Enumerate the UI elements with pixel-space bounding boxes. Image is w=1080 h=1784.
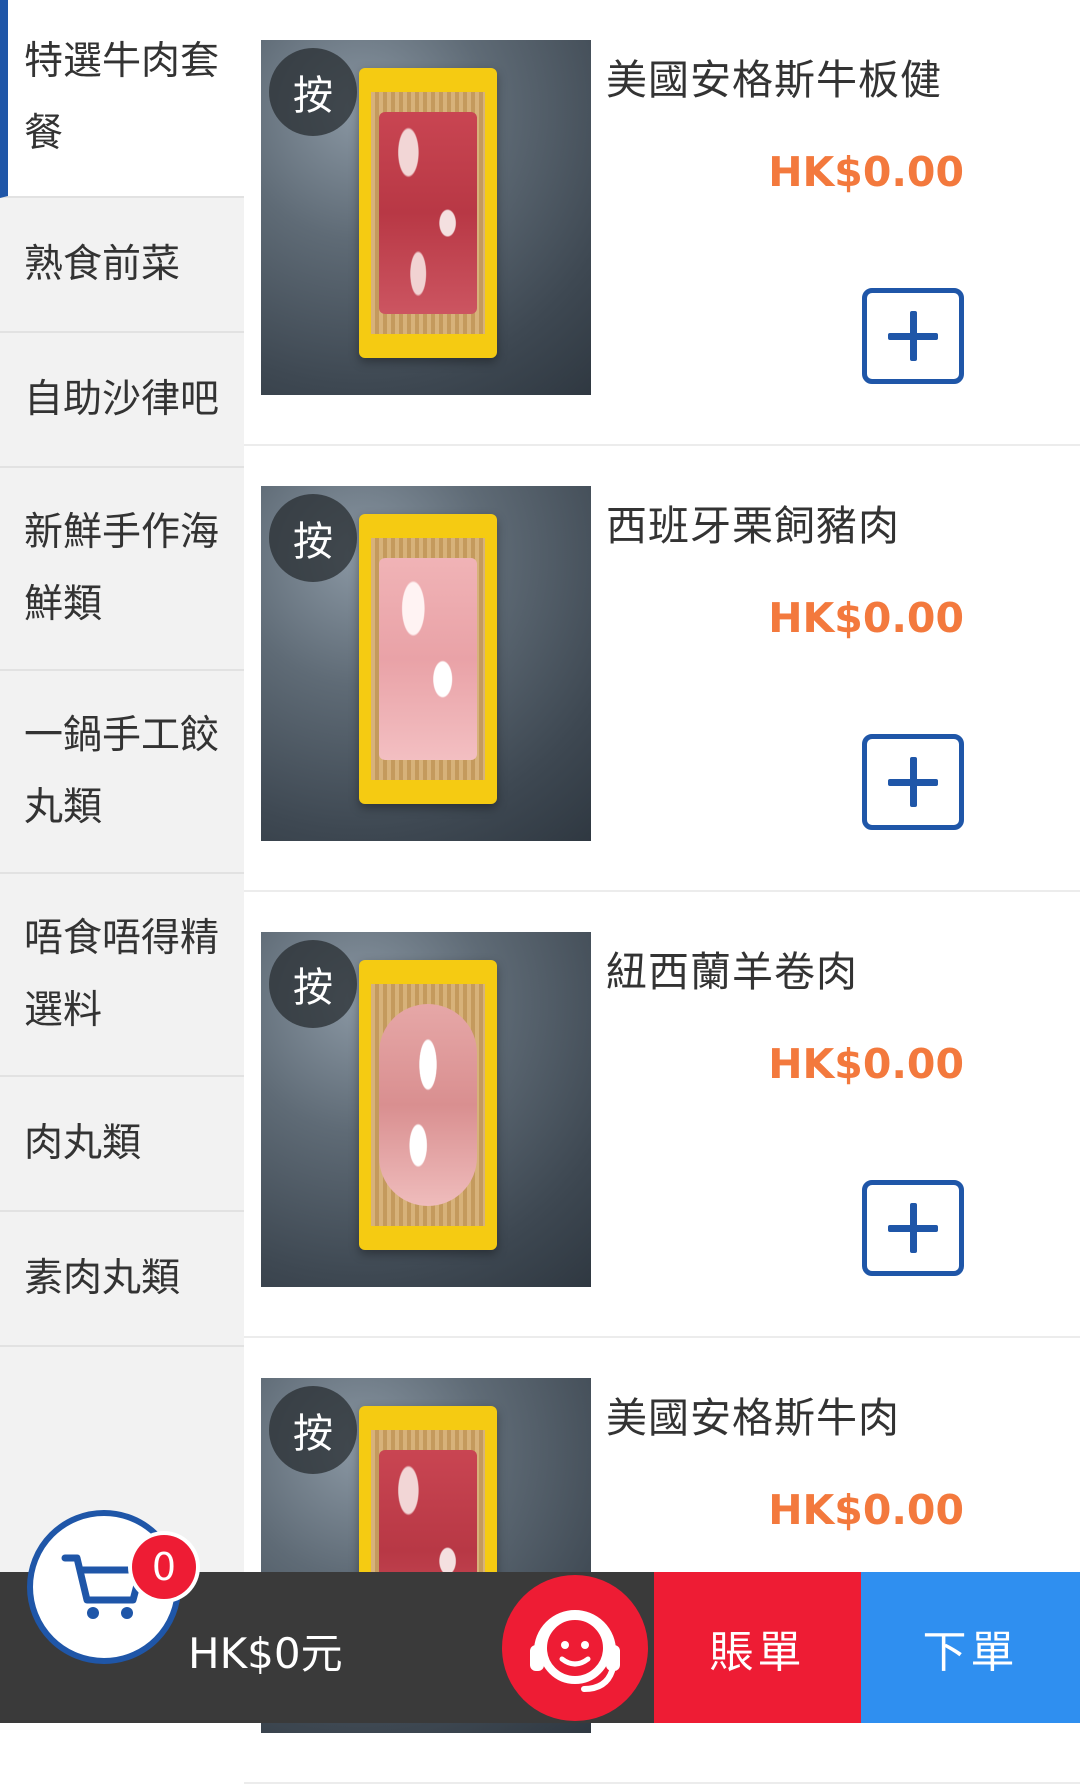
product-name: 美國安格斯牛肉 [606,1394,900,1442]
add-to-cart-button[interactable] [862,734,964,830]
category-item[interactable]: 一鍋手工餃丸類 [0,671,244,874]
product-price: HK$0.00 [768,594,964,642]
support-agent-icon [530,1609,620,1692]
product-price: HK$0.00 [768,148,964,196]
category-item[interactable]: 熟食前菜 [0,198,244,333]
plus-icon [888,1203,938,1253]
product-image[interactable]: 按 [261,486,591,841]
product-image[interactable]: 按 [261,40,591,395]
product-price: HK$0.00 [768,1486,964,1534]
plus-icon [888,311,938,361]
press-badge: 按 [269,940,357,1028]
customer-service-button[interactable] [496,1572,654,1723]
category-label: 熟食前菜 [24,241,181,287]
product-card[interactable]: 按 美國安格斯牛板健 HK$0.00 [244,0,1080,446]
add-to-cart-button[interactable] [862,1180,964,1276]
category-item[interactable]: 肉丸類 [0,1077,244,1212]
plus-icon [888,757,938,807]
beef-tray-image [359,68,497,358]
category-label: 自助沙律吧 [24,376,220,422]
cart-total: HK$0元 [188,1629,343,1678]
category-item[interactable]: 特選牛肉套餐 [0,0,244,198]
category-item[interactable]: 唔食唔得精選料 [0,874,244,1077]
product-card[interactable]: 按 西班牙栗飼豬肉 HK$0.00 [244,446,1080,892]
product-name: 美國安格斯牛板健 [606,56,942,104]
cart-count-badge: 0 [132,1535,196,1599]
product-price: HK$0.00 [768,1040,964,1088]
category-item[interactable]: 自助沙律吧 [0,333,244,468]
category-sidebar: 特選牛肉套餐 熟食前菜 自助沙律吧 新鮮手作海鮮類 一鍋手工餃丸類 唔食唔得精選… [0,0,244,1723]
product-list: 按 美國安格斯牛板健 HK$0.00 按 西班牙栗飼豬肉 HK$0.00 按 紐… [244,0,1080,1784]
category-label: 唔食唔得精選料 [24,915,220,1033]
category-label: 素肉丸類 [24,1255,181,1301]
press-badge: 按 [269,48,357,136]
product-name: 西班牙栗飼豬肉 [606,502,900,550]
product-name: 紐西蘭羊卷肉 [606,948,858,996]
bill-button[interactable]: 賬單 [654,1572,861,1723]
place-order-button[interactable]: 下單 [861,1572,1080,1723]
add-to-cart-button[interactable] [862,288,964,384]
product-card[interactable]: 按 紐西蘭羊卷肉 HK$0.00 [244,892,1080,1338]
pork-tray-image [359,514,497,804]
category-label: 特選牛肉套餐 [24,39,220,156]
product-image[interactable]: 按 [261,932,591,1287]
category-label: 一鍋手工餃丸類 [24,712,220,830]
press-badge: 按 [269,494,357,582]
category-label: 肉丸類 [24,1120,142,1166]
category-item[interactable]: 素肉丸類 [0,1212,244,1347]
press-badge: 按 [269,1386,357,1474]
category-label: 新鮮手作海鮮類 [24,509,220,627]
category-item[interactable]: 新鮮手作海鮮類 [0,468,244,671]
lamb-tray-image [359,960,497,1250]
